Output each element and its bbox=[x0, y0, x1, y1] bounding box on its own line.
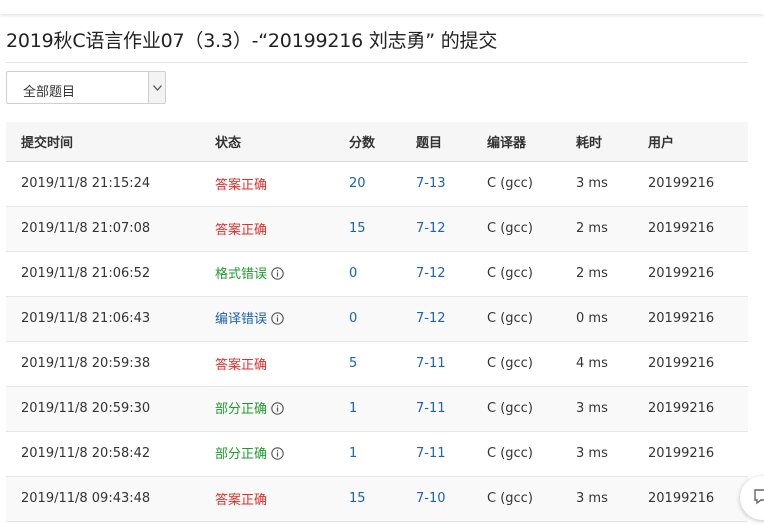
submission-time: 2019/11/8 21:07:08 bbox=[21, 221, 151, 236]
submission-score[interactable]: 20 bbox=[349, 161, 416, 206]
submission-time: 2019/11/8 21:06:52 bbox=[21, 266, 151, 281]
submission-problem-link[interactable]: 7-12 bbox=[416, 251, 487, 296]
column-header-compiler: 编译器 bbox=[487, 122, 576, 162]
submission-score[interactable]: 15 bbox=[349, 476, 416, 521]
submission-status-cell: 答案正确 bbox=[215, 161, 349, 206]
submission-compiler: C (gcc) bbox=[487, 176, 533, 191]
submission-time: 2019/11/8 20:59:30 bbox=[21, 401, 151, 416]
submission-status-cell: 编译错误 bbox=[215, 296, 349, 341]
submission-user: 20199216 bbox=[648, 176, 715, 191]
info-circle-icon[interactable] bbox=[271, 402, 284, 419]
submission-status-cell: 部分正确 bbox=[215, 431, 349, 476]
submission-problem-link[interactable]: 7-12 bbox=[416, 206, 487, 251]
submission-status-cell: 部分正确 bbox=[215, 386, 349, 431]
submission-time-cost: 3 ms bbox=[576, 176, 608, 191]
submission-status[interactable]: 部分正确 bbox=[215, 447, 267, 462]
info-circle-icon[interactable] bbox=[271, 267, 284, 284]
submission-compiler: C (gcc) bbox=[487, 446, 533, 461]
submission-user: 20199216 bbox=[648, 401, 715, 416]
column-header-time: 提交时间 bbox=[6, 122, 215, 162]
table-row: 2019/11/8 20:58:42 部分正确 1 7-11 C (gcc) 3 ms 20… bbox=[6, 431, 748, 476]
page-title: 2019秋C语言作业07（3.3）-“20199216 刘志勇” 的提交 bbox=[6, 30, 498, 52]
submission-user: 20199216 bbox=[648, 311, 715, 326]
column-header-status: 状态 bbox=[215, 122, 349, 162]
problem-filter-value: 全部题目 bbox=[23, 85, 76, 100]
table-row: 2019/11/8 20:59:30 部分正确 1 7-11 C (gcc) 3 ms 20… bbox=[6, 386, 748, 431]
submission-status[interactable]: 部分正确 bbox=[215, 402, 267, 417]
submission-time: 2019/11/8 20:59:38 bbox=[21, 356, 151, 371]
submission-status[interactable]: 答案正确 bbox=[215, 358, 267, 373]
submission-user: 20199216 bbox=[648, 266, 715, 281]
submission-problem-link[interactable]: 7-13 bbox=[416, 161, 487, 206]
submission-status[interactable]: 答案正确 bbox=[215, 223, 267, 238]
submission-problem-link[interactable]: 7-11 bbox=[416, 341, 487, 386]
submission-time-cost: 2 ms bbox=[576, 221, 608, 236]
table-row: 2019/11/8 21:07:08 答案正确 15 7-12 C (gcc) 2 ms 2… bbox=[6, 206, 748, 251]
submissions-table: 提交时间 状态 分数 题目 编译器 耗时 用户 2019/11/8 21:15:… bbox=[6, 122, 748, 522]
submission-status-cell: 答案正确 bbox=[215, 206, 349, 251]
submission-time: 2019/11/8 21:15:24 bbox=[21, 176, 151, 191]
column-header-time-cost: 耗时 bbox=[576, 122, 648, 162]
table-row: 2019/11/8 21:06:52 格式错误 0 7-12 C (gcc) 2 ms 20… bbox=[6, 251, 748, 296]
submission-status[interactable]: 答案正确 bbox=[215, 493, 267, 508]
submission-time: 2019/11/8 09:43:48 bbox=[21, 491, 151, 506]
table-row: 2019/11/8 20:59:38 答案正确 5 7-11 C (gcc) 4 ms 20… bbox=[6, 341, 748, 386]
submission-status-cell: 答案正确 bbox=[215, 341, 349, 386]
problem-filter-select[interactable]: 全部题目 bbox=[6, 71, 166, 104]
submission-user: 20199216 bbox=[648, 446, 715, 461]
submission-time-cost: 3 ms bbox=[576, 491, 608, 506]
submission-time-cost: 3 ms bbox=[576, 401, 608, 416]
submission-problem-link[interactable]: 7-11 bbox=[416, 431, 487, 476]
submission-compiler: C (gcc) bbox=[487, 221, 533, 236]
submission-score[interactable]: 0 bbox=[349, 296, 416, 341]
submission-score[interactable]: 1 bbox=[349, 386, 416, 431]
submission-status[interactable]: 编译错误 bbox=[215, 312, 267, 327]
submission-user: 20199216 bbox=[648, 491, 715, 506]
submission-problem-link[interactable]: 7-12 bbox=[416, 296, 487, 341]
submission-time-cost: 0 ms bbox=[576, 311, 608, 326]
submission-score[interactable]: 0 bbox=[349, 251, 416, 296]
submission-score[interactable]: 5 bbox=[349, 341, 416, 386]
submission-compiler: C (gcc) bbox=[487, 311, 533, 326]
submission-status-cell: 格式错误 bbox=[215, 251, 349, 296]
column-header-score: 分数 bbox=[349, 122, 416, 162]
submission-time-cost: 4 ms bbox=[576, 356, 608, 371]
submission-compiler: C (gcc) bbox=[487, 266, 533, 281]
top-navigation-bar bbox=[0, 0, 764, 14]
info-circle-icon[interactable] bbox=[271, 447, 284, 464]
submission-score[interactable]: 15 bbox=[349, 206, 416, 251]
table-row: 2019/11/8 21:15:24 答案正确 20 7-13 C (gcc) 3 ms 2… bbox=[6, 161, 748, 206]
column-header-user: 用户 bbox=[648, 122, 748, 162]
submission-user: 20199216 bbox=[648, 221, 715, 236]
submission-status[interactable]: 格式错误 bbox=[215, 267, 267, 282]
submission-problem-link[interactable]: 7-10 bbox=[416, 476, 487, 521]
column-header-problem: 题目 bbox=[416, 122, 487, 162]
info-circle-icon[interactable] bbox=[271, 312, 284, 329]
submission-user: 20199216 bbox=[648, 356, 715, 371]
submission-score[interactable]: 1 bbox=[349, 431, 416, 476]
table-row: 2019/11/8 21:06:43 编译错误 0 7-12 C (gcc) 0 ms 20… bbox=[6, 296, 748, 341]
title-divider bbox=[6, 62, 748, 63]
submission-status-cell: 答案正确 bbox=[215, 476, 349, 521]
submission-compiler: C (gcc) bbox=[487, 491, 533, 506]
submission-time: 2019/11/8 20:58:42 bbox=[21, 446, 151, 461]
submission-compiler: C (gcc) bbox=[487, 401, 533, 416]
table-header-row: 提交时间 状态 分数 题目 编译器 耗时 用户 bbox=[6, 122, 748, 162]
submission-time-cost: 2 ms bbox=[576, 266, 608, 281]
submission-time-cost: 3 ms bbox=[576, 446, 608, 461]
submission-time: 2019/11/8 21:06:43 bbox=[21, 311, 151, 326]
submission-status[interactable]: 答案正确 bbox=[215, 178, 267, 193]
chevron-down-icon[interactable] bbox=[148, 72, 165, 103]
submission-compiler: C (gcc) bbox=[487, 356, 533, 371]
submission-problem-link[interactable]: 7-11 bbox=[416, 386, 487, 431]
table-row: 2019/11/8 09:43:48 答案正确 15 7-10 C (gcc) 3 ms 2… bbox=[6, 476, 748, 521]
feedback-icon bbox=[754, 489, 764, 505]
